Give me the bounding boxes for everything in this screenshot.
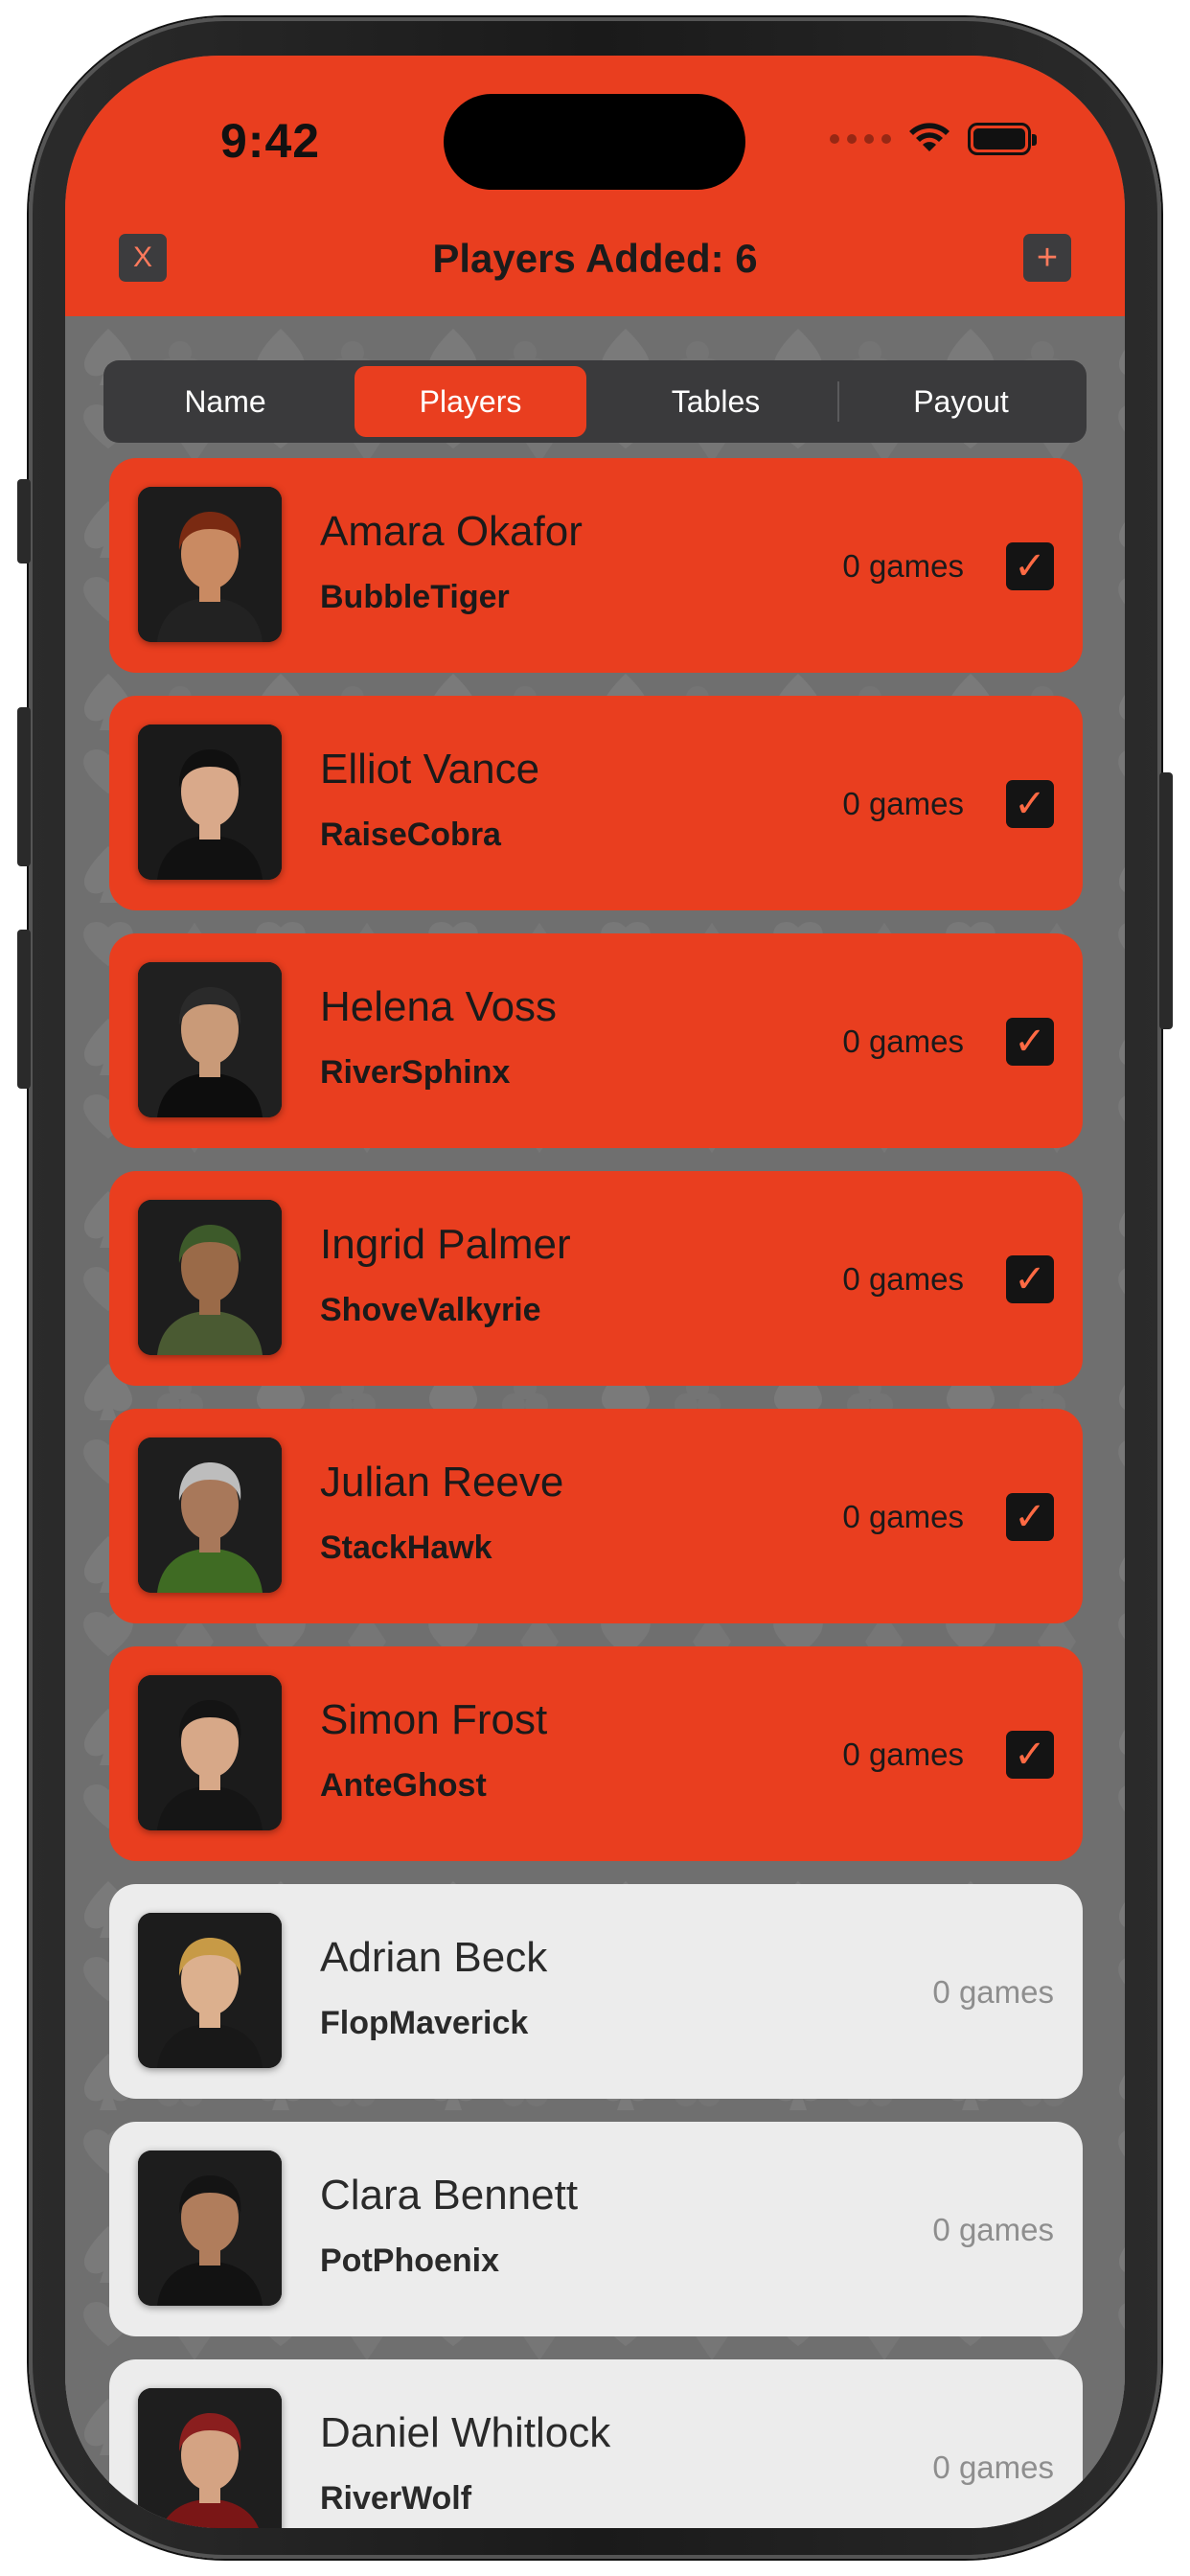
player-card[interactable]: Clara Bennett PotPhoenix 0 games — [109, 2122, 1083, 2336]
games-count: 0 games — [842, 1024, 964, 1059]
player-card[interactable]: Daniel Whitlock RiverWolf 0 games — [109, 2359, 1083, 2528]
segment-divider — [837, 381, 839, 422]
games-count: 0 games — [842, 1736, 964, 1772]
player-username: StackHawk — [320, 1530, 492, 1566]
player-name: Clara Bennett — [320, 2172, 579, 2219]
player-card[interactable]: Adrian Beck FlopMaverick 0 games — [109, 1884, 1083, 2099]
games-count: 0 games — [932, 1974, 1054, 2010]
player-card[interactable]: Helena Voss RiverSphinx 0 games ✓ — [109, 933, 1083, 1148]
volume-up-button — [17, 707, 31, 866]
player-username: RaiseCobra — [320, 816, 501, 853]
player-name: Adrian Beck — [320, 1934, 548, 1981]
player-avatar — [138, 2150, 282, 2306]
page-title: Players Added: 6 — [432, 236, 758, 281]
cellular-signal-icon — [830, 134, 891, 144]
checkbox-checked-icon[interactable]: ✓ — [1006, 1731, 1054, 1779]
tab-name[interactable]: Name — [109, 366, 341, 437]
player-avatar — [138, 1438, 282, 1593]
dynamic-island — [444, 94, 745, 190]
player-name: Ingrid Palmer — [320, 1221, 571, 1268]
player-username: BubbleTiger — [320, 579, 510, 615]
player-name: Helena Voss — [320, 983, 558, 1030]
player-avatar — [138, 962, 282, 1117]
checkbox-checked-icon[interactable]: ✓ — [1006, 1255, 1054, 1303]
tab-payout[interactable]: Payout — [845, 366, 1077, 437]
player-username: RiverWolf — [320, 2480, 472, 2517]
player-username: FlopMaverick — [320, 2005, 529, 2041]
games-count: 0 games — [842, 1261, 964, 1297]
player-avatar — [138, 487, 282, 642]
games-count: 0 games — [842, 1499, 964, 1534]
player-card[interactable]: Simon Frost AnteGhost 0 games ✓ — [109, 1646, 1083, 1861]
player-card[interactable]: Amara Okafor BubbleTiger 0 games ✓ — [109, 458, 1083, 673]
player-name: Simon Frost — [320, 1696, 548, 1743]
checkbox-checked-icon[interactable]: ✓ — [1006, 1018, 1054, 1066]
player-list: Amara Okafor BubbleTiger 0 games ✓ Elliot Va… — [109, 458, 1083, 2528]
player-name: Daniel Whitlock — [320, 2409, 611, 2456]
battery-icon — [968, 123, 1037, 155]
player-username: AnteGhost — [320, 1767, 487, 1804]
player-card[interactable]: Ingrid Palmer ShoveValkyrie 0 games ✓ — [109, 1171, 1083, 1386]
checkbox-checked-icon[interactable]: ✓ — [1006, 780, 1054, 828]
games-count: 0 games — [842, 786, 964, 821]
status-time: 9:42 — [220, 114, 321, 168]
player-avatar — [138, 1200, 282, 1355]
segmented-control: Name Players Tables Payout — [103, 360, 1087, 443]
player-card[interactable]: Elliot Vance RaiseCobra 0 games ✓ — [109, 696, 1083, 910]
checkbox-checked-icon[interactable]: ✓ — [1006, 542, 1054, 590]
checkbox-checked-icon[interactable]: ✓ — [1006, 1493, 1054, 1541]
player-avatar — [138, 724, 282, 880]
player-name: Amara Okafor — [320, 508, 583, 555]
games-count: 0 games — [932, 2212, 1054, 2247]
player-avatar — [138, 1913, 282, 2068]
player-username: ShoveValkyrie — [320, 1292, 541, 1328]
tab-players[interactable]: Players — [355, 366, 586, 437]
games-count: 0 games — [932, 2450, 1054, 2485]
player-avatar — [138, 2388, 282, 2528]
player-avatar — [138, 1675, 282, 1830]
player-name: Elliot Vance — [320, 746, 540, 793]
volume-down-button — [17, 930, 31, 1089]
add-player-button[interactable]: + — [1023, 234, 1071, 282]
player-username: RiverSphinx — [320, 1054, 511, 1091]
top-bar: 9:42 X Players Added: 6 + — [65, 56, 1125, 316]
player-name: Julian Reeve — [320, 1459, 564, 1506]
games-count: 0 games — [842, 548, 964, 584]
power-button — [1159, 772, 1173, 1029]
player-username: PotPhoenix — [320, 2242, 500, 2279]
screen: 9:42 X Players Added: 6 + Name Players T… — [65, 56, 1125, 2528]
tab-tables[interactable]: Tables — [600, 366, 832, 437]
action-button — [17, 479, 31, 564]
wifi-icon — [909, 123, 950, 151]
player-card[interactable]: Julian Reeve StackHawk 0 games ✓ — [109, 1409, 1083, 1623]
status-icons — [830, 123, 1037, 155]
